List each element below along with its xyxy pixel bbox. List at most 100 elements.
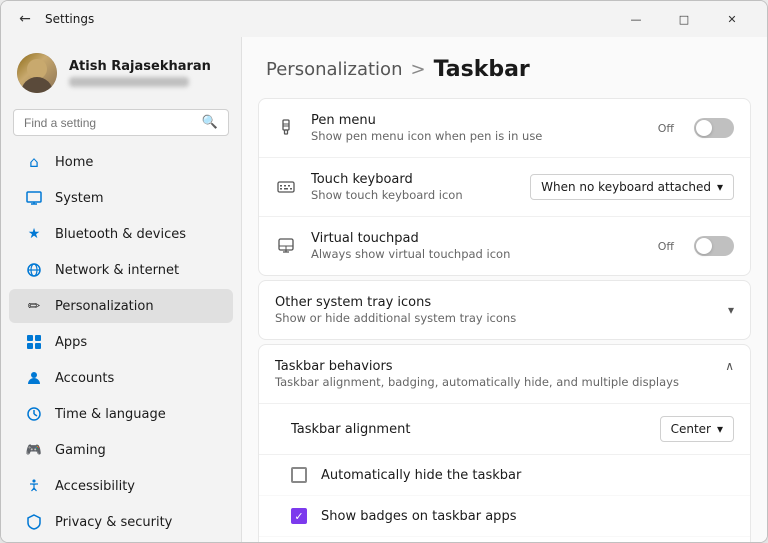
pen-menu-toggle[interactable] [694, 118, 734, 138]
user-name: Atish Rajasekharan [69, 59, 211, 74]
apps-icon [25, 333, 43, 351]
sidebar-item-personalization[interactable]: ✏ Personalization [9, 289, 233, 323]
back-button[interactable]: ← [13, 7, 37, 31]
title-bar: ← Settings — □ ✕ [1, 1, 767, 37]
sidebar-item-apps[interactable]: Apps [9, 325, 233, 359]
virtual-touchpad-icon [275, 235, 297, 257]
toggle-thumb [696, 120, 712, 136]
user-email-blur [69, 77, 189, 87]
virtual-touchpad-toggle[interactable] [694, 236, 734, 256]
time-icon [25, 405, 43, 423]
pen-menu-title: Pen menu [311, 113, 644, 128]
breadcrumb: Personalization > Taskbar [266, 57, 743, 82]
touch-keyboard-text: Touch keyboard Show touch keyboard icon [311, 172, 516, 202]
sidebar-item-label: Bluetooth & devices [55, 227, 186, 242]
search-input[interactable] [24, 116, 194, 130]
alignment-row: Taskbar alignment Center ▾ [259, 404, 750, 455]
virtual-touchpad-text: Virtual touchpad Always show virtual tou… [311, 231, 644, 261]
sidebar-item-label: Apps [55, 335, 87, 350]
virtual-touchpad-title: Virtual touchpad [311, 231, 644, 246]
sidebar-item-network[interactable]: Network & internet [9, 253, 233, 287]
pen-menu-text: Pen menu Show pen menu icon when pen is … [311, 113, 644, 143]
virtual-touchpad-off-label: Off [658, 240, 674, 253]
chevron-up-icon: ∧ [725, 359, 734, 373]
other-tray-section[interactable]: Other system tray icons Show or hide add… [258, 280, 751, 340]
avatar [17, 53, 57, 93]
sidebar-item-label: System [55, 191, 103, 206]
sidebar-item-time[interactable]: Time & language [9, 397, 233, 431]
touch-keyboard-row: Touch keyboard Show touch keyboard icon … [259, 158, 750, 217]
close-button[interactable]: ✕ [709, 3, 755, 35]
page-header: Personalization > Taskbar [242, 37, 767, 98]
window-title: Settings [45, 12, 613, 26]
behavior-row-2: ✓ Show flashing on taskbar apps [259, 537, 750, 542]
chevron-down-icon: ▾ [728, 303, 734, 317]
behaviors-title: Taskbar behaviors [275, 359, 725, 374]
search-icon: 🔍 [202, 115, 218, 130]
sidebar-item-accessibility[interactable]: Accessibility [9, 469, 233, 503]
search-box[interactable]: 🔍 [13, 109, 229, 136]
alignment-value: Center [671, 422, 711, 436]
sidebar-item-system[interactable]: System [9, 181, 233, 215]
pen-menu-off-label: Off [658, 122, 674, 135]
taskbar-behaviors-section: Taskbar behaviors Taskbar alignment, bad… [258, 344, 751, 542]
bluetooth-icon: ★ [25, 225, 43, 243]
sidebar-item-accounts[interactable]: Accounts [9, 361, 233, 395]
chevron-down-icon: ▾ [717, 180, 723, 194]
sidebar-item-label: Privacy & security [55, 515, 172, 530]
behaviors-header[interactable]: Taskbar behaviors Taskbar alignment, bad… [259, 345, 750, 404]
gaming-icon: 🎮 [25, 441, 43, 459]
maximize-button[interactable]: □ [661, 3, 707, 35]
sidebar-item-update[interactable]: Windows Update [9, 541, 233, 542]
window-controls: — □ ✕ [613, 3, 755, 35]
chevron-down-icon: ▾ [717, 422, 723, 436]
network-icon [25, 261, 43, 279]
breadcrumb-separator: > [410, 59, 425, 80]
sidebar-item-label: Accessibility [55, 479, 135, 494]
system-icon [25, 189, 43, 207]
virtual-touchpad-desc: Always show virtual touchpad icon [311, 247, 644, 261]
home-icon: ⌂ [25, 153, 43, 171]
alignment-label: Taskbar alignment [291, 422, 646, 437]
touch-keyboard-title: Touch keyboard [311, 172, 516, 187]
touch-keyboard-icon [275, 176, 297, 198]
behavior-row-1: ✓ Show badges on taskbar apps [259, 496, 750, 537]
accessibility-icon [25, 477, 43, 495]
behaviors-desc: Taskbar alignment, badging, automaticall… [275, 375, 725, 389]
behavior-row-0: Automatically hide the taskbar [259, 455, 750, 496]
sidebar-item-gaming[interactable]: 🎮 Gaming [9, 433, 233, 467]
privacy-icon [25, 513, 43, 531]
dropdown-value: When no keyboard attached [541, 180, 711, 194]
minimize-button[interactable]: — [613, 3, 659, 35]
touch-keyboard-desc: Show touch keyboard icon [311, 188, 516, 202]
pen-menu-icon [275, 117, 297, 139]
behaviors-header-text: Taskbar behaviors Taskbar alignment, bad… [275, 359, 725, 389]
accounts-icon [25, 369, 43, 387]
sidebar-item-home[interactable]: ⌂ Home [9, 145, 233, 179]
toggle-thumb [696, 238, 712, 254]
sidebar-item-label: Accounts [55, 371, 114, 386]
behavior-label: Automatically hide the taskbar [321, 468, 521, 483]
pen-menu-row: Pen menu Show pen menu icon when pen is … [259, 99, 750, 158]
system-tray-card: Pen menu Show pen menu icon when pen is … [258, 98, 751, 276]
sidebar: Atish Rajasekharan 🔍 ⌂ Home [1, 37, 241, 542]
sidebar-item-privacy[interactable]: Privacy & security [9, 505, 233, 539]
pen-menu-desc: Show pen menu icon when pen is in use [311, 129, 644, 143]
content-body: Pen menu Show pen menu icon when pen is … [242, 98, 767, 542]
auto-hide-checkbox[interactable] [291, 467, 307, 483]
behavior-label: Show badges on taskbar apps [321, 509, 516, 524]
breadcrumb-parent: Personalization [266, 59, 402, 80]
show-badges-checkbox[interactable]: ✓ [291, 508, 307, 524]
alignment-dropdown[interactable]: Center ▾ [660, 416, 734, 442]
sidebar-item-label: Time & language [55, 407, 166, 422]
sidebar-item-bluetooth[interactable]: ★ Bluetooth & devices [9, 217, 233, 251]
sidebar-item-label: Home [55, 155, 93, 170]
breadcrumb-current: Taskbar [434, 57, 530, 82]
sidebar-item-label: Network & internet [55, 263, 179, 278]
touch-keyboard-dropdown[interactable]: When no keyboard attached ▾ [530, 174, 734, 200]
other-tray-text: Other system tray icons Show or hide add… [275, 295, 728, 325]
sidebar-item-label: Gaming [55, 443, 106, 458]
virtual-touchpad-row: Virtual touchpad Always show virtual tou… [259, 217, 750, 275]
user-section: Atish Rajasekharan [1, 45, 241, 105]
other-tray-title: Other system tray icons [275, 295, 728, 310]
